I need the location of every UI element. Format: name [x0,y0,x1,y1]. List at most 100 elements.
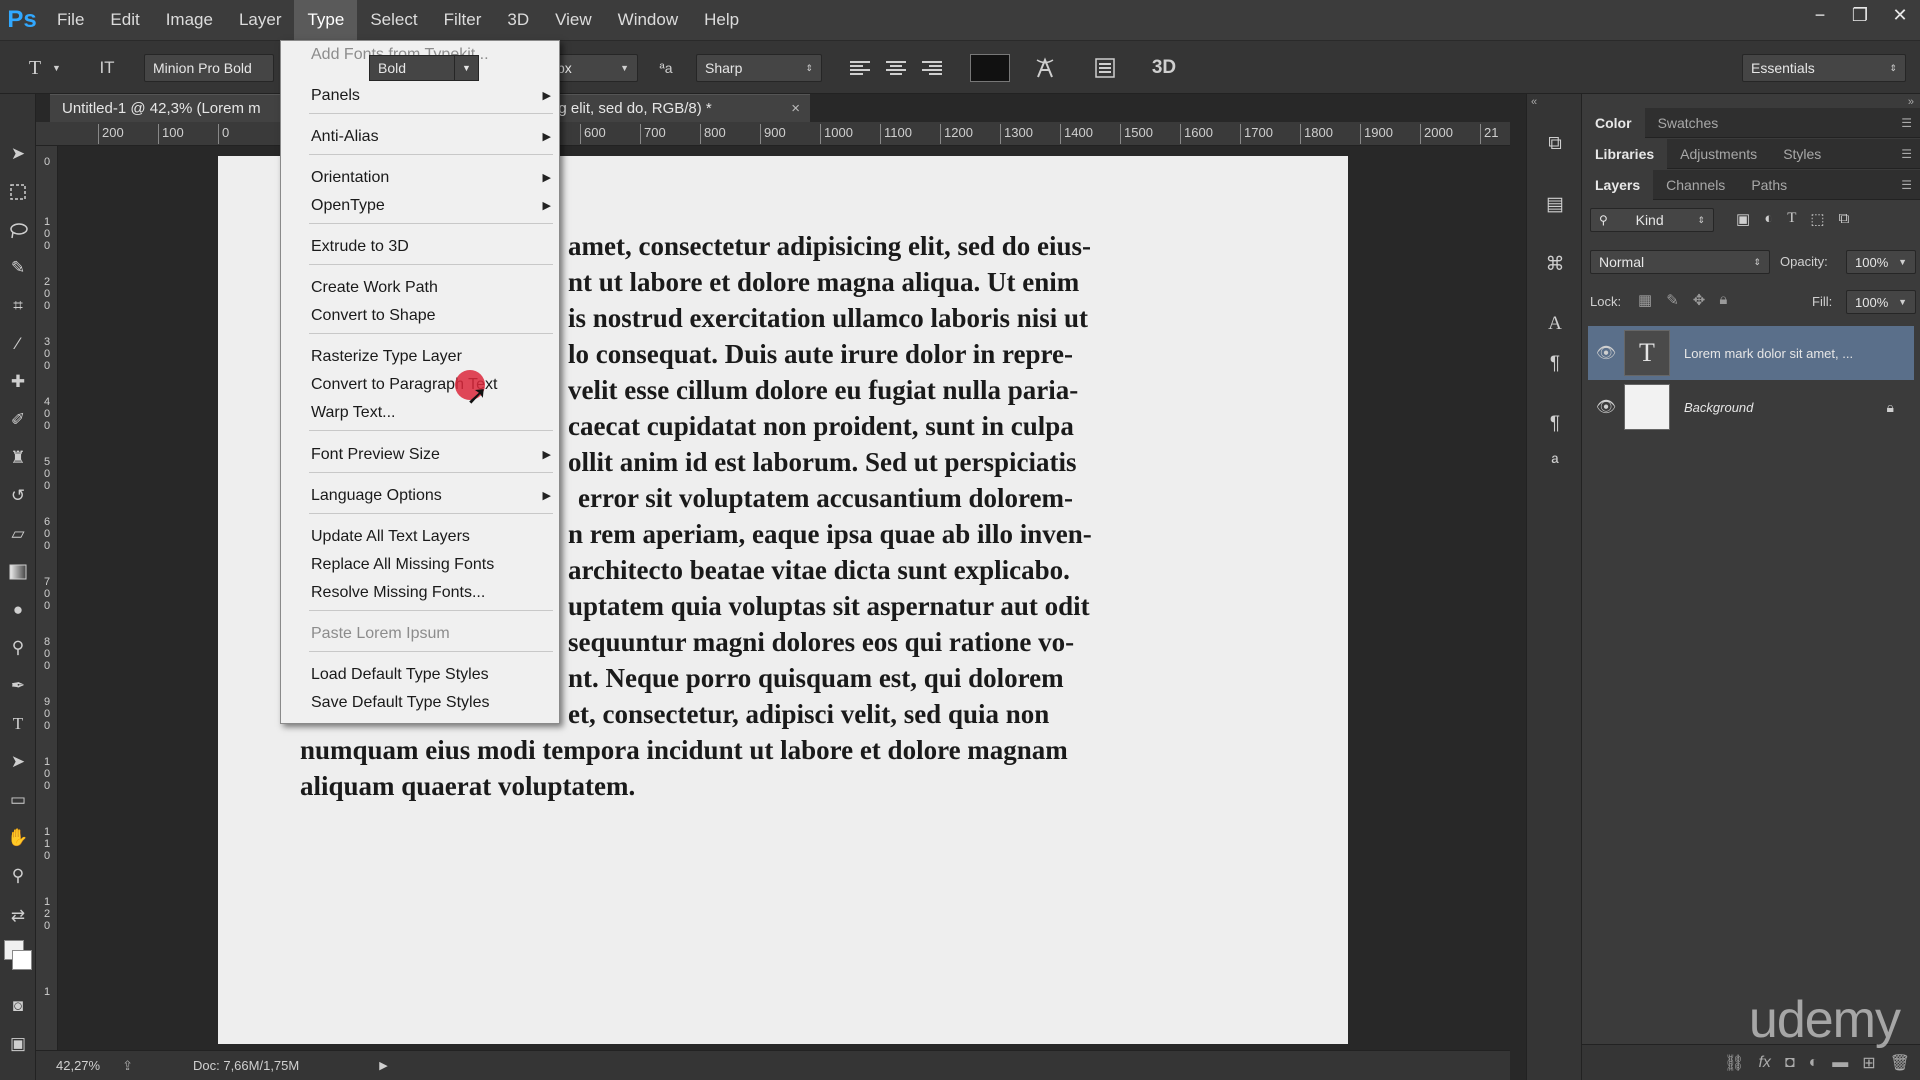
background-color-swatch[interactable] [12,950,32,970]
panel-menu-icon[interactable]: ☰ [1901,147,1912,161]
menu-help[interactable]: Help [691,0,752,40]
type-tool-preset-icon[interactable]: T [20,54,50,82]
smart-object-filter-icon[interactable]: ⧉ [1839,210,1850,228]
tab-adjustments[interactable]: Adjustments [1667,139,1770,169]
menu-item-font-preview-size[interactable]: Font Preview Size ▶ [311,443,551,467]
fill-field[interactable]: 100% ▼ [1846,290,1916,314]
menu-item-panels[interactable]: Panels ▶ [311,84,551,108]
menu-item-create-work-path[interactable]: Create Work Path [311,276,551,300]
clone-stamp-tool-icon[interactable]: ♜ [4,444,32,472]
font-size-field[interactable]: px ▼ [548,54,638,82]
lock-position-icon[interactable]: ✥ [1693,291,1706,309]
font-style-select[interactable]: Bold ▼ [369,55,479,81]
menu-item-rasterize[interactable]: Rasterize Type Layer [311,345,551,369]
paragraph-panel-icon[interactable]: ¶ [1541,350,1569,378]
close-tab-icon[interactable]: × [791,100,800,117]
new-group-icon[interactable]: ▬ [1832,1054,1848,1072]
delete-layer-icon[interactable]: 🗑︎ [1890,1053,1910,1073]
new-layer-icon[interactable]: ⊞ [1862,1053,1875,1073]
panel-menu-icon[interactable]: ☰ [1901,178,1912,192]
menu-layer[interactable]: Layer [226,0,295,40]
eyedropper-tool-icon[interactable]: ⁄ [4,330,32,358]
menu-item-convert-paragraph[interactable]: Convert to Paragraph Text [311,373,551,397]
add-mask-icon[interactable]: ◘ [1785,1054,1795,1072]
layer-filter-kind[interactable]: ⚲ Kind ⇕ [1590,208,1714,232]
restore-button[interactable]: ❐ [1840,0,1880,30]
3d-button[interactable]: 3D [1148,54,1180,82]
crop-tool-icon[interactable]: ⌗ [4,292,32,320]
menu-type[interactable]: Type [294,0,358,40]
hand-tool-icon[interactable]: ✋ [4,824,32,852]
lock-pixels-icon[interactable]: ✎ [1666,291,1679,309]
menu-item-replace-missing-fonts[interactable]: Replace All Missing Fonts [311,553,551,577]
brush-tool-icon[interactable]: ✐ [4,406,32,434]
quick-mask-icon[interactable]: ◙ [4,992,32,1020]
menu-item-opentype[interactable]: OpenType ▶ [311,194,551,218]
menu-item-resolve-missing-fonts[interactable]: Resolve Missing Fonts... [311,581,551,605]
text-color-swatch[interactable] [970,54,1010,82]
type-filter-icon[interactable]: T [1787,210,1796,228]
menu-filter[interactable]: Filter [431,0,495,40]
menu-item-orientation[interactable]: Orientation ▶ [311,166,551,190]
history-panel-icon[interactable]: ⧉ [1541,130,1569,158]
toggle-orientation-icon[interactable]: IT [92,54,122,82]
visibility-eye-icon[interactable]: 👁︎ [1588,343,1624,363]
history-brush-tool-icon[interactable]: ↺ [4,482,32,510]
align-center-icon[interactable] [882,54,910,82]
blur-tool-icon[interactable]: ● [4,596,32,624]
warp-text-icon[interactable] [1030,54,1060,82]
workspace-select[interactable]: Essentials ⇕ [1742,54,1906,82]
tab-paths[interactable]: Paths [1738,170,1800,200]
menu-item-extrude-3d[interactable]: Extrude to 3D [311,235,551,259]
move-tool-icon[interactable]: ➤ [4,140,32,168]
menu-3d[interactable]: 3D [494,0,542,40]
properties-panel-icon[interactable]: ▤ [1541,190,1569,218]
eraser-tool-icon[interactable]: ▱ [4,520,32,548]
screen-mode-icon[interactable]: ▣ [4,1030,32,1058]
tab-layers[interactable]: Layers [1582,169,1654,200]
menu-item-language-options[interactable]: Language Options ▶ [311,484,551,508]
adjustment-filter-icon[interactable]: ◐ [1764,210,1773,228]
layer-style-icon[interactable]: fx [1758,1054,1770,1072]
tab-libraries[interactable]: Libraries [1582,138,1668,169]
chevron-down-icon[interactable]: ▼ [52,54,66,82]
menu-edit[interactable]: Edit [97,0,152,40]
marquee-tool-icon[interactable] [4,178,32,206]
menu-select[interactable]: Select [357,0,430,40]
character-panel-icon[interactable] [1090,54,1120,82]
tab-channels[interactable]: Channels [1653,170,1738,200]
gradient-tool-icon[interactable] [4,558,32,586]
font-family-select[interactable]: Minion Pro Bold [144,54,274,82]
menu-item-warp-text[interactable]: Warp Text... [311,401,551,425]
lasso-tool-icon[interactable] [4,216,32,244]
type-tool-icon[interactable]: T [4,710,32,738]
dodge-tool-icon[interactable]: ⚲ [4,634,32,662]
zoom-level[interactable]: 42,27% [56,1058,100,1073]
tab-swatches[interactable]: Swatches [1645,108,1732,138]
pixel-filter-icon[interactable]: ▣ [1736,210,1750,228]
menu-item-convert-to-shape[interactable]: Convert to Shape [311,304,551,328]
minimize-button[interactable]: − [1800,0,1840,30]
character-panel-icon[interactable]: A [1541,310,1569,338]
menu-file[interactable]: File [44,0,97,40]
align-right-icon[interactable] [918,54,946,82]
menu-item-paste-lorem-ipsum[interactable]: Paste Lorem Ipsum [311,622,551,646]
collapse-arrows-icon[interactable]: « [1531,96,1537,108]
share-icon[interactable]: ⇪ [122,1058,133,1074]
path-selection-tool-icon[interactable]: ➤ [4,748,32,776]
anti-alias-select[interactable]: Sharp ⇕ [696,54,822,82]
menu-image[interactable]: Image [153,0,226,40]
zoom-tool-icon[interactable]: ⚲ [4,862,32,890]
visibility-eye-icon[interactable]: 👁︎ [1588,397,1624,417]
pen-tool-icon[interactable]: ✒ [4,672,32,700]
layer-row-background[interactable]: 👁︎ Background 🔒︎ [1588,380,1914,434]
tab-color[interactable]: Color [1582,107,1645,138]
menu-view[interactable]: View [542,0,605,40]
lock-all-icon[interactable]: 🔒︎ [1719,291,1727,309]
menu-item-anti-alias[interactable]: Anti-Alias ▶ [311,125,551,149]
quick-selection-tool-icon[interactable]: ✎ [4,254,32,282]
menu-window[interactable]: Window [605,0,691,40]
link-layers-icon[interactable]: ⛓ [1724,1053,1744,1073]
layer-row-text[interactable]: 👁︎ T Lorem mark dolor sit amet, ... [1588,326,1914,380]
adjustment-layer-icon[interactable]: ◐ [1809,1054,1819,1072]
